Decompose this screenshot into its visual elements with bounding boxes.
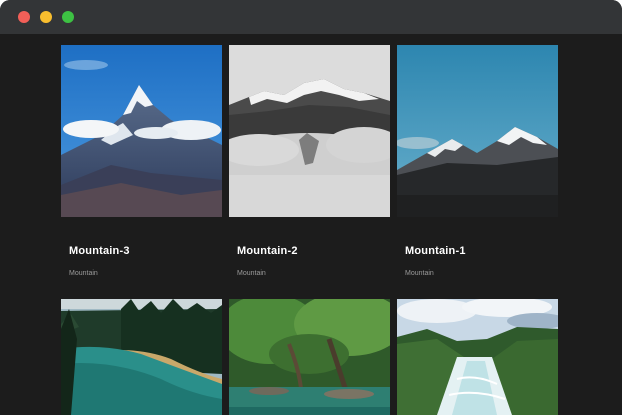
gallery-page: Mountain-3 Mountain Mountain-2 Mountain … (0, 34, 622, 415)
close-window-button[interactable] (18, 11, 30, 23)
minimize-window-button[interactable] (40, 11, 52, 23)
forest-stream-image[interactable] (229, 299, 390, 415)
card-category: Mountain (237, 270, 266, 277)
window-titlebar (0, 0, 622, 34)
card-title[interactable]: Mountain-3 (69, 245, 130, 257)
card-title[interactable]: Mountain-1 (405, 245, 466, 257)
gallery-card-forest-lake[interactable] (61, 299, 222, 415)
card-category: Mountain (405, 270, 434, 277)
river-rapids-image[interactable] (397, 299, 558, 415)
card-title[interactable]: Mountain-2 (237, 245, 298, 257)
mountain-2-image[interactable] (229, 45, 390, 217)
forest-lake-image[interactable] (61, 299, 222, 415)
gallery-card-mountain-1[interactable]: Mountain-1 Mountain (397, 45, 558, 285)
maximize-window-button[interactable] (62, 11, 74, 23)
card-category: Mountain (69, 270, 98, 277)
mountain-1-image[interactable] (397, 45, 558, 217)
gallery-card-mountain-3[interactable]: Mountain-3 Mountain (61, 45, 222, 285)
gallery-card-forest-stream[interactable] (229, 299, 390, 415)
app-window: Mountain-3 Mountain Mountain-2 Mountain … (0, 0, 622, 415)
gallery-card-river-rapids[interactable] (397, 299, 558, 415)
mountain-3-image[interactable] (61, 45, 222, 217)
gallery-card-mountain-2[interactable]: Mountain-2 Mountain (229, 45, 390, 285)
